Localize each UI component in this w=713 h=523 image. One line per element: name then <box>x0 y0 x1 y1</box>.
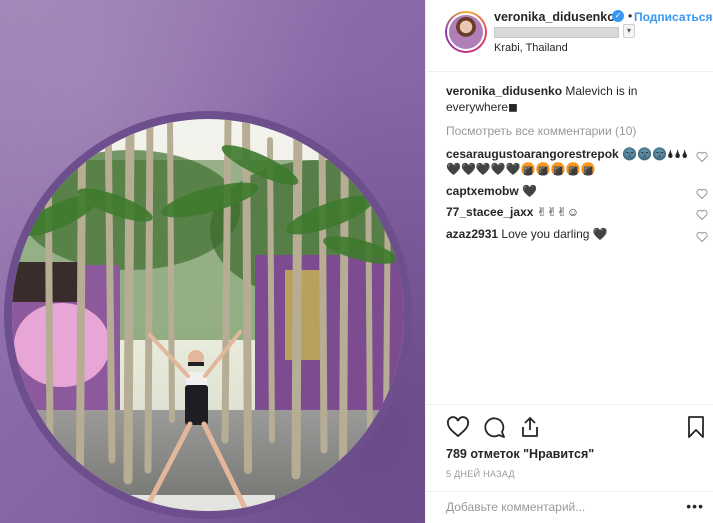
comment-text: Love you darling 🖤 <box>501 226 608 241</box>
post-actions: 789 отметок "Нравится" 5 ДНЕЙ НАЗАД ••• <box>426 404 713 523</box>
moon-gate-view <box>12 119 404 511</box>
comment-icon[interactable] <box>482 415 506 439</box>
comment-like-heart-icon[interactable] <box>696 151 708 162</box>
comment-text: ✌✌✌☺ <box>536 205 580 219</box>
caption-username-link[interactable]: veronika_didusenko <box>446 84 562 98</box>
verified-badge-icon: ✓ <box>612 10 624 22</box>
post-details-panel: veronika_didusenko ✓ • Подписаться ▾ Kra… <box>425 0 713 523</box>
bookmark-icon[interactable] <box>684 415 708 439</box>
follow-separator: • <box>628 9 633 23</box>
post-timestamp[interactable]: 5 ДНЕЙ НАЗАД <box>446 469 515 479</box>
view-all-comments-link[interactable]: Посмотреть все комментарии (10) <box>446 124 708 140</box>
comment-text: 🖤 <box>522 183 537 198</box>
comment-username-link[interactable]: cesaraugustoarangorestrepok <box>446 147 619 161</box>
post-photo[interactable] <box>0 0 425 523</box>
comments-section: veronika_didusenko Malevich is in everyw… <box>446 84 708 248</box>
avatar-image <box>447 13 485 51</box>
follow-button[interactable]: Подписаться <box>634 10 712 24</box>
add-comment-input[interactable] <box>446 500 666 514</box>
comment-item: 77_stacee_jaxx ✌✌✌☺ <box>446 205 708 221</box>
location-link[interactable]: Krabi, Thailand <box>494 42 568 54</box>
photo-scene <box>4 111 412 519</box>
comment-username-link[interactable]: azaz2931 <box>446 227 498 241</box>
comment-like-heart-icon[interactable] <box>696 188 708 199</box>
heart-icon[interactable] <box>446 415 470 439</box>
add-comment-bar: ••• <box>426 491 713 523</box>
comment-username-link[interactable]: 77_stacee_jaxx <box>446 205 533 219</box>
comment-like-heart-icon[interactable] <box>696 231 708 242</box>
comment-item: azaz2931 Love you darling 🖤 <box>446 227 708 243</box>
chevron-down-icon[interactable]: ▾ <box>623 24 635 38</box>
post-caption: veronika_didusenko Malevich is in everyw… <box>446 84 708 115</box>
comment-username-link[interactable]: captxemobw <box>446 184 519 198</box>
redacted-field <box>494 27 619 38</box>
avatar[interactable] <box>445 11 487 53</box>
post-header: veronika_didusenko ✓ • Подписаться ▾ Kra… <box>426 0 713 72</box>
comment-like-heart-icon[interactable] <box>696 209 708 220</box>
header-username-link[interactable]: veronika_didusenko <box>494 10 615 24</box>
comment-item: captxemobw 🖤 <box>446 184 708 200</box>
comment-item: cesaraugustoarangorestrepok 🌚🌚🌚🌢🌢🌢🖤🖤🖤🖤🖤🍘… <box>446 147 708 178</box>
likes-count[interactable]: 789 отметок "Нравится" <box>446 447 594 461</box>
more-options-button[interactable]: ••• <box>686 498 704 514</box>
share-icon[interactable] <box>518 415 542 439</box>
